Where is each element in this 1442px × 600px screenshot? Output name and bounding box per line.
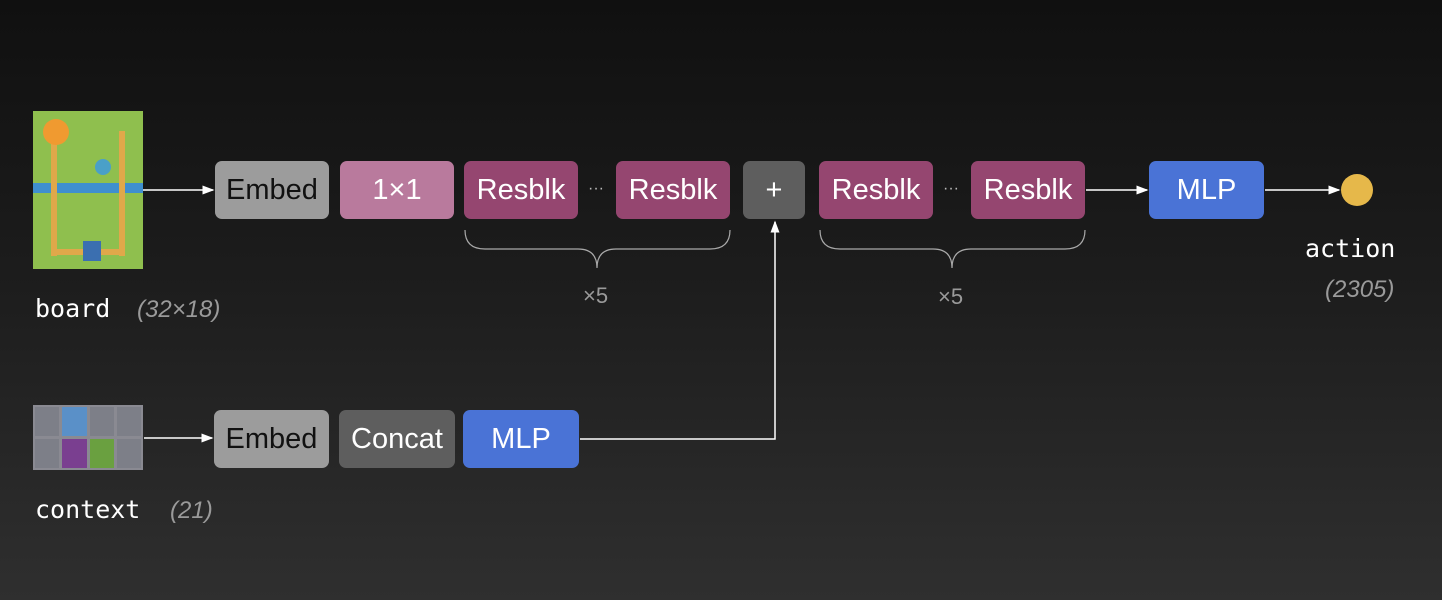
arrow-mlp-to-add — [580, 220, 780, 440]
repeat-label-2: ×5 — [938, 284, 964, 309]
resblk-block-1: Resblk — [464, 161, 578, 219]
brace-b — [819, 229, 1086, 269]
embed-block-context: Embed — [214, 410, 329, 468]
conv-1x1-block: 1×1 — [340, 161, 454, 219]
board-dims: (32×18) — [137, 296, 221, 323]
resblk-block-4: Resblk — [971, 161, 1085, 219]
mlp-block-context: MLP — [463, 410, 579, 468]
ellipsis-1: ··· — [588, 180, 604, 197]
context-label: context — [35, 495, 141, 524]
action-label: action — [1305, 234, 1396, 263]
repeat-label-1: ×5 — [583, 283, 609, 308]
ellipsis-2: ··· — [943, 180, 959, 197]
action-dims: (2305) — [1325, 276, 1395, 303]
add-block: + — [743, 161, 805, 219]
embed-block-board: Embed — [215, 161, 329, 219]
board-image — [33, 111, 143, 269]
resblk-block-2: Resblk — [616, 161, 730, 219]
board-label: board — [35, 294, 111, 323]
brace-a — [464, 229, 731, 269]
concat-block: Concat — [339, 410, 455, 468]
context-cards-image — [33, 405, 143, 470]
resblk-block-3: Resblk — [819, 161, 933, 219]
context-dims: (21) — [170, 497, 213, 524]
action-node — [1341, 174, 1373, 206]
mlp-block-output: MLP — [1149, 161, 1264, 219]
